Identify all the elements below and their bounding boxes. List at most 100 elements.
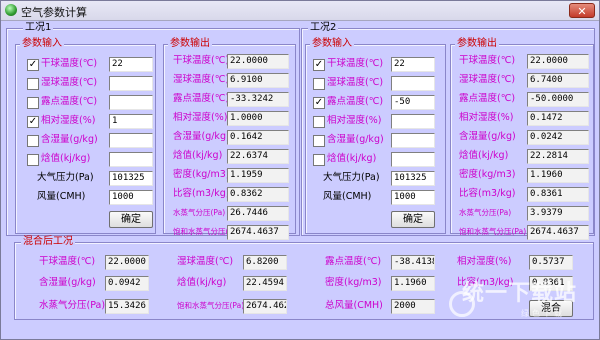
case1-output-field-8: 26.7446 [227, 206, 289, 221]
case2-output-field-0: 22.0000 [527, 54, 589, 69]
app-icon [5, 4, 17, 16]
case2-output-field-9: 2674.4637 [527, 225, 589, 240]
case1-output-label-6: 密度(kg/m3) [173, 169, 230, 180]
case2-checkbox-1[interactable] [313, 78, 325, 90]
case2-output-title: 参数输出 [455, 38, 499, 50]
case2-pressure-field[interactable]: 101325 [391, 171, 435, 186]
case1-output-field-7: 0.8362 [227, 187, 289, 202]
case2-input-label-2: 露点温度(℃) [327, 96, 384, 107]
mix-field-0: 22.0000 [105, 255, 149, 270]
case1-input-label-2: 露点温度(℃) [41, 96, 98, 107]
case1-pressure-field[interactable]: 101325 [109, 171, 153, 186]
case2-checkbox-2[interactable]: ✓ [313, 97, 325, 109]
mix-field-2: -38.4138 [391, 255, 435, 270]
case2-input-field-0[interactable]: 22 [391, 57, 435, 72]
mix-field-6: 1.1960 [391, 276, 435, 291]
case1-input-field-3[interactable]: 1 [109, 114, 153, 129]
case1-output-field-4: 0.1642 [227, 130, 289, 145]
case1-output-label-1: 湿球温度(℃) [173, 74, 230, 85]
case1-checkbox-0[interactable]: ✓ [27, 59, 39, 71]
case2-checkbox-0[interactable]: ✓ [313, 59, 325, 71]
case1-output-field-5: 22.6374 [227, 149, 289, 164]
case1-output-label-7: 比容(m3/kg) [173, 188, 230, 199]
watermark-subtext: 绿色下载 [521, 309, 565, 318]
case2-output-label-0: 干球温度(℃) [459, 55, 516, 66]
title-bar: 空气参数计算 ✕ [1, 1, 599, 21]
mix-field-9: 2674.4625 [243, 299, 287, 314]
case1-input-field-5[interactable] [109, 152, 153, 167]
case1-checkbox-5[interactable] [27, 154, 39, 166]
mix-field-4: 0.0942 [105, 276, 149, 291]
case1-input-label-3: 相对湿度(%) [41, 115, 96, 126]
case2-input-title: 参数输入 [310, 38, 354, 50]
case2-title: 工况2 [308, 22, 339, 34]
case1-output-label-3: 相对湿度(%) [173, 112, 228, 123]
mix-label-4: 含湿量(g/kg) [39, 277, 96, 288]
case2-input-field-5[interactable] [391, 152, 435, 167]
case2-output-field-8: 3.9379 [527, 206, 589, 221]
case2-input-field-2[interactable]: -50 [391, 95, 435, 110]
case1-confirm-button[interactable]: 确定 [109, 211, 153, 228]
case1-input-field-1[interactable] [109, 76, 153, 91]
case2-output-label-5: 焓值(kj/kg) [459, 150, 509, 161]
case2-checkbox-5[interactable] [313, 154, 325, 166]
case2-input-label-4: 含湿量(g/kg) [327, 134, 384, 145]
case2-output-field-1: 6.7400 [527, 73, 589, 88]
case2-output-label-8: 水蒸气分压(Pa) [459, 208, 512, 217]
case1-output-field-0: 22.0000 [227, 54, 289, 69]
case1-input-label-1: 湿球温度(℃) [41, 77, 98, 88]
case2-input-label-5: 焓值(kj/kg) [327, 153, 377, 164]
case1-output-label-5: 焓值(kj/kg) [173, 150, 223, 161]
case2-input-field-3[interactable] [391, 114, 435, 129]
case2-output-field-5: 22.2814 [527, 149, 589, 164]
case2-output-label-9: 饱和水蒸气分压(Pa) [459, 227, 527, 236]
mix-label-8: 水蒸气分压(Pa) [39, 300, 106, 311]
mix-field-3: 0.5737 [529, 255, 573, 270]
case2-input-label-3: 相对湿度(%) [327, 115, 382, 126]
case1-title: 工况1 [23, 22, 54, 34]
watermark-text: 统一下载站 [461, 281, 577, 306]
case2-input-field-4[interactable] [391, 133, 435, 148]
app-window: 空气参数计算 ✕ 工况1 参数输入 参数输出 工况2 参数输入 参数输出 混合后… [0, 0, 600, 340]
mix-label-0: 干球温度(℃) [39, 256, 96, 267]
case1-output-label-0: 干球温度(℃) [173, 55, 230, 66]
case1-flow-label: 风量(CMH) [37, 191, 86, 202]
case1-input-label-4: 含湿量(g/kg) [41, 134, 98, 145]
case1-output-field-2: -33.3242 [227, 92, 289, 107]
case1-checkbox-2[interactable] [27, 97, 39, 109]
mix-label-9: 饱和水蒸气分压(Pa) [177, 301, 245, 310]
close-button[interactable]: ✕ [569, 3, 595, 18]
case1-checkbox-4[interactable] [27, 135, 39, 147]
case1-output-label-8: 水蒸气分压(Pa) [173, 208, 226, 217]
mix-field-10: 2000 [391, 299, 435, 314]
case1-checkbox-1[interactable] [27, 78, 39, 90]
case1-input-field-4[interactable] [109, 133, 153, 148]
case1-output-title: 参数输出 [168, 38, 212, 50]
case1-output-field-6: 1.1959 [227, 168, 289, 183]
case2-output-field-2: -50.0000 [527, 92, 589, 107]
case1-output-label-2: 露点温度(℃) [173, 93, 230, 104]
case2-flow-field[interactable]: 1000 [391, 190, 435, 205]
case2-output-label-6: 密度(kg/m3) [459, 169, 516, 180]
case1-input-field-0[interactable]: 22 [109, 57, 153, 72]
mix-field-8: 15.3426 [105, 299, 149, 314]
case2-output-label-2: 露点温度(℃) [459, 93, 516, 104]
case1-pressure-label: 大气压力(Pa) [37, 172, 94, 183]
case1-output-field-3: 1.0000 [227, 111, 289, 126]
mix-field-5: 22.4594 [243, 276, 287, 291]
case2-output-label-7: 比容(m3/kg) [459, 188, 516, 199]
mix-title: 混合后工况 [21, 236, 75, 248]
mix-label-5: 焓值(kj/kg) [177, 277, 227, 288]
case2-input-label-0: 干球温度(℃) [327, 58, 384, 69]
case2-checkbox-3[interactable] [313, 116, 325, 128]
mix-label-10: 总风量(CMH) [325, 300, 383, 311]
mix-label-2: 露点温度(℃) [325, 256, 382, 267]
case2-confirm-button[interactable]: 确定 [391, 211, 435, 228]
case1-checkbox-3[interactable]: ✓ [27, 116, 39, 128]
case2-input-field-1[interactable] [391, 76, 435, 91]
case2-flow-label: 风量(CMH) [323, 191, 372, 202]
case1-flow-field[interactable]: 1000 [109, 190, 153, 205]
case2-checkbox-4[interactable] [313, 135, 325, 147]
case2-output-label-1: 湿球温度(℃) [459, 74, 516, 85]
case1-input-field-2[interactable] [109, 95, 153, 110]
